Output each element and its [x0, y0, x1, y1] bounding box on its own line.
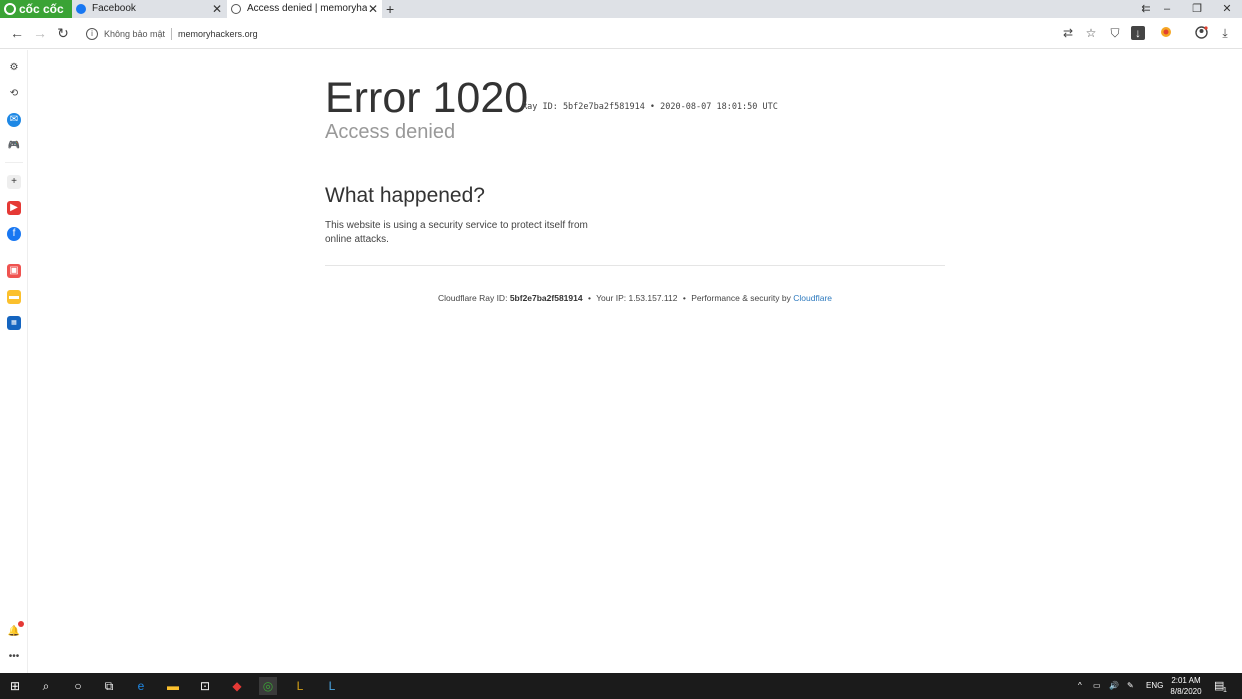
language-indicator[interactable]: ENG	[1146, 673, 1163, 699]
back-button[interactable]: ←	[8, 24, 26, 42]
forward-button[interactable]: →	[31, 24, 49, 42]
translate-icon[interactable]: ⇄	[1061, 26, 1075, 40]
facebook-sidebar-icon[interactable]: f	[7, 227, 21, 241]
wallet-icon[interactable]: ▬	[7, 290, 21, 304]
minimize-button[interactable]: –	[1153, 0, 1181, 18]
error-title: Error 1020	[325, 74, 529, 122]
ip-label: Your IP: 1.53.157.112	[596, 293, 678, 303]
settings-gear-icon[interactable]: ⚙	[7, 61, 21, 75]
brand-label: cốc cốc	[19, 2, 64, 16]
notification-bell-icon[interactable]: 🔔	[7, 625, 21, 639]
ray-id-line: Ray ID: 5bf2e7ba2f581914 • 2020-08-07 18…	[522, 102, 778, 112]
shopping-icon[interactable]: ▣	[7, 264, 21, 278]
globe-icon	[231, 4, 241, 14]
error-subtitle: Access denied	[325, 121, 456, 143]
profile-icon[interactable]	[1194, 26, 1208, 40]
info-icon[interactable]: i	[86, 27, 98, 40]
task-view-icon[interactable]: ⧉	[100, 677, 118, 695]
notification-dot	[18, 621, 24, 627]
action-center-icon[interactable]: ▤	[1214, 673, 1224, 699]
browser-toolbar: ← → ↻ i Không bảo mật memoryhackers.org …	[0, 18, 1242, 49]
perf-label: Performance & security by	[691, 293, 791, 303]
close-tab-icon[interactable]: ✕	[212, 0, 222, 18]
restore-button[interactable]: ❐	[1183, 0, 1211, 18]
windows-start-icon[interactable]: ⊞	[6, 677, 24, 695]
shield-icon[interactable]: ⛉	[1108, 26, 1122, 40]
clock[interactable]: 2:01 AM 8/8/2020	[1166, 675, 1206, 697]
ray-id-value: 5bf2e7ba2f581914	[509, 293, 583, 303]
league-client-icon[interactable]: L	[291, 677, 309, 695]
extension-icon[interactable]	[1159, 26, 1173, 40]
clock-time: 2:01 AM	[1171, 676, 1201, 685]
tab-label: Access denied | memoryhack	[247, 3, 367, 14]
close-window-button[interactable]: ✕	[1213, 0, 1241, 18]
download-arrow-icon[interactable]: ⤓	[1218, 26, 1232, 40]
tab-facebook[interactable]: Facebook ✕	[72, 0, 226, 18]
cortana-icon[interactable]: ○	[69, 677, 87, 695]
tab-access-denied[interactable]: Access denied | memoryhack ✕	[227, 0, 382, 18]
youtube-icon[interactable]: ▶	[7, 201, 21, 215]
bullet: •	[682, 293, 686, 303]
file-explorer-icon[interactable]: ▬	[164, 677, 182, 695]
bookmark-star-icon[interactable]: ☆	[1084, 26, 1098, 40]
sidebar: ⚙ ⟲ ✉ 🎮 + ▶ f ▣ ▬ ▦ 🔔 •••	[0, 50, 28, 673]
game-app-icon[interactable]: ◆	[228, 677, 246, 695]
new-tab-button[interactable]: +	[386, 0, 394, 18]
pen-icon[interactable]: ✎	[1127, 673, 1134, 699]
ray-prefix: Cloudflare Ray ID:	[437, 293, 508, 303]
search-icon[interactable]: ⌕	[37, 677, 55, 695]
game-controller-icon[interactable]: 🎮	[7, 139, 21, 153]
security-label[interactable]: Không bảo mật	[104, 29, 165, 39]
network-icon[interactable]: ▭	[1093, 673, 1101, 699]
messenger-icon[interactable]: ✉	[7, 113, 21, 127]
cloudflare-footer: Cloudflare Ray ID: 5bf2e7ba2f581914 • Yo…	[325, 293, 945, 303]
address-bar[interactable]: i Không bảo mật memoryhackers.org	[80, 22, 1080, 45]
edge-icon[interactable]: e	[132, 677, 150, 695]
download-icon[interactable]: ↓	[1131, 26, 1145, 40]
divider	[5, 162, 23, 163]
divider	[325, 265, 945, 266]
facebook-icon	[76, 4, 86, 14]
close-tab-icon[interactable]: ✕	[368, 0, 378, 18]
coccoc-taskbar-icon[interactable]: ◎	[259, 677, 277, 695]
tab-label: Facebook	[92, 3, 136, 14]
notification-count: 1	[1223, 687, 1227, 694]
tray-expand-icon[interactable]: ^	[1078, 673, 1082, 699]
volume-icon[interactable]: 🔊	[1109, 673, 1119, 699]
add-sidebar-item-icon[interactable]: +	[7, 175, 21, 189]
history-icon[interactable]: ⟲	[7, 87, 21, 101]
error-description: This website is using a security service…	[325, 220, 588, 245]
windows-taskbar: ⊞ ⌕ ○ ⧉ e ▬ ⊡ ◆ ◎ L L ^ ▭ 🔊 ✎ ENG 2:01 A…	[0, 673, 1242, 699]
reload-button[interactable]: ↻	[54, 24, 72, 42]
bullet: •	[587, 293, 591, 303]
cloudflare-link[interactable]: Cloudflare	[793, 293, 832, 303]
tab-bar: cốc cốc Facebook ✕ Access denied | memor…	[0, 0, 1242, 18]
divider	[171, 27, 173, 40]
clock-date: 8/8/2020	[1170, 687, 1202, 696]
coccoc-menu-button[interactable]: cốc cốc	[0, 0, 72, 18]
what-happened-heading: What happened?	[325, 184, 485, 207]
coccoc-logo-icon	[4, 3, 16, 15]
url-text[interactable]: memoryhackers.org	[178, 29, 258, 39]
store-icon[interactable]: ⊡	[196, 677, 214, 695]
league-app-icon[interactable]: L	[323, 677, 341, 695]
news-app-icon[interactable]: ▦	[7, 316, 21, 330]
more-options-icon[interactable]: •••	[7, 650, 21, 664]
